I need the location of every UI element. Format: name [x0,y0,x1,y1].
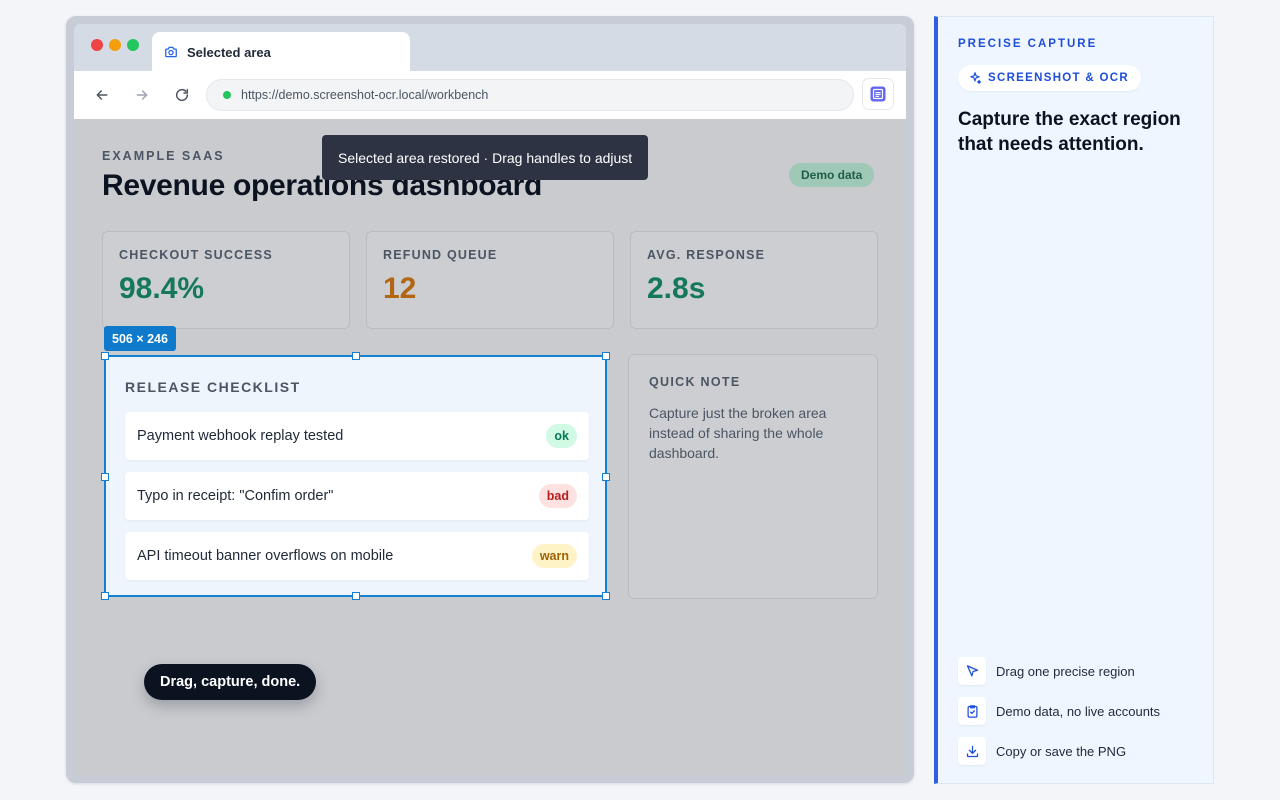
resize-handle-top[interactable] [352,352,360,360]
feature-drag-region: Drag one precise region [958,657,1135,685]
address-bar[interactable]: https://demo.screenshot-ocr.local/workbe… [206,79,854,111]
side-heading: Capture the exact region that needs atte… [958,109,1181,155]
status-badge-warn: warn [531,544,577,568]
maximize-window-button[interactable] [127,39,139,51]
restore-toast: Selected area restored · Drag handles to… [322,135,649,180]
feature-label: Copy or save the PNG [996,743,1127,759]
clipboard-check-icon [958,697,986,725]
checklist-item: API timeout banner overflows on mobile w… [125,532,589,580]
status-badge-ok: ok [546,424,577,448]
browser-window: Selected area https://demo.screenshot-oc… [66,16,914,783]
feature-demo-data: Demo data, no live accounts [958,697,1160,725]
feature-label: Demo data, no live accounts [996,703,1161,719]
checklist-item: Typo in receipt: "Confim order" bad [125,472,589,520]
feature-label: Drag one precise region [996,663,1135,679]
feature-copy-save: Copy or save the PNG [958,737,1126,765]
cursor-icon [958,657,986,685]
checklist-item: Payment webhook replay tested ok [125,412,589,460]
resize-handle-bottom[interactable] [352,592,360,600]
resize-handle-top-left[interactable] [101,352,109,360]
tab-title: Selected area [187,44,271,60]
stat-label: AVG. RESPONSE [647,248,766,262]
resize-handle-bottom-left[interactable] [101,592,109,600]
selection-region[interactable]: RELEASE CHECKLIST Payment webhook replay… [101,352,610,600]
page-eyebrow: EXAMPLE SAAS [102,149,225,163]
stat-value: 2.8s [647,272,706,305]
checklist-title: RELEASE CHECKLIST [125,379,301,395]
camera-icon [164,45,178,59]
checklist-item-text: API timeout banner overflows on mobile [137,548,394,564]
back-button[interactable] [90,83,114,107]
tab-bar: Selected area [74,24,906,72]
browser-frame: Selected area https://demo.screenshot-oc… [74,24,906,775]
resize-handle-left[interactable] [101,473,109,481]
close-window-button[interactable] [91,39,103,51]
demo-data-badge: Demo data [789,163,875,187]
resize-handle-top-right[interactable] [602,352,610,360]
stat-value: 12 [383,272,417,305]
ocr-extension-button[interactable] [862,78,894,110]
stat-card-avg-response: AVG. RESPONSE 2.8s [630,231,878,329]
browser-toolbar: https://demo.screenshot-ocr.local/workbe… [74,71,906,119]
arrow-left-icon [96,90,108,100]
side-eyebrow: PRECISE CAPTURE [958,38,1098,50]
status-badge-bad: bad [538,484,577,508]
secure-indicator-icon [223,91,231,99]
forward-button[interactable] [130,83,154,107]
arrow-right-icon [136,90,148,100]
product-chip: SCREENSHOT & OCR [958,65,1141,91]
reload-button[interactable] [170,83,194,107]
side-panel: PRECISE CAPTURE SCREENSHOT & OCR Capture… [934,16,1214,784]
stat-card-checkout-success: CHECKOUT SUCCESS 98.4% [102,231,350,329]
sparkle-icon [970,72,982,85]
tip-bubble: Drag, capture, done. [144,664,317,700]
ocr-scan-icon [870,86,886,102]
selection-size-label: 506 × 246 [104,326,176,351]
download-icon [958,737,986,765]
resize-handle-bottom-right[interactable] [602,592,610,600]
resize-handle-right[interactable] [602,473,610,481]
stat-value: 98.4% [119,272,205,305]
note-text: Capture just the broken area instead of … [649,405,827,461]
note-title: QUICK NOTE [649,375,741,389]
url-text: https://demo.screenshot-ocr.local/workbe… [241,88,489,102]
stat-label: CHECKOUT SUCCESS [119,248,273,262]
minimize-window-button[interactable] [109,39,121,51]
product-chip-label: SCREENSHOT & OCR [988,72,1129,84]
checklist-item-text: Payment webhook replay tested [137,428,344,444]
stat-card-refund-queue: REFUND QUEUE 12 [366,231,614,329]
reload-icon [175,88,189,102]
checklist-item-text: Typo in receipt: "Confim order" [137,488,334,504]
tab-selected-area[interactable]: Selected area [152,32,410,72]
page-content: EXAMPLE SAAS Revenue operations dashboar… [74,119,906,775]
stat-label: REFUND QUEUE [383,248,498,262]
quick-note-card: QUICK NOTE Capture just the broken area … [628,354,878,599]
